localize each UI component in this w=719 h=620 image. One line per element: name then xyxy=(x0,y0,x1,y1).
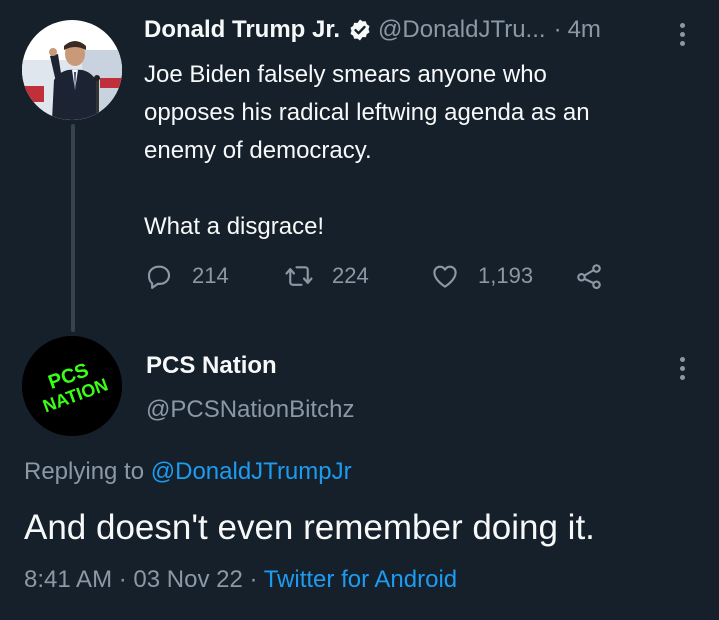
like-icon xyxy=(433,265,457,288)
tweet-header: Donald Trump Jr. @DonaldJTru... · 4m xyxy=(144,16,689,44)
more-icon[interactable] xyxy=(672,354,692,382)
replying-to-line: Replying to @DonaldJTrumpJr xyxy=(24,458,352,486)
like-button[interactable]: 1,193 xyxy=(430,256,533,296)
more-icon[interactable] xyxy=(672,20,692,48)
separator: · xyxy=(553,16,562,43)
retweet-button[interactable]: 224 xyxy=(284,256,369,296)
replying-prefix: Replying to xyxy=(24,458,145,485)
retweet-icon xyxy=(285,266,313,286)
tweet-meta: 8:41 AM · 03 Nov 22 · Twitter for Androi… xyxy=(24,566,457,594)
reply-count: 214 xyxy=(192,263,229,288)
reply-button[interactable]: 214 xyxy=(144,256,229,296)
separator: · xyxy=(249,566,258,593)
separator: · xyxy=(118,566,127,593)
retweet-count: 224 xyxy=(332,263,369,288)
tweet-date[interactable]: 03 Nov 22 xyxy=(133,566,242,593)
author-name[interactable]: PCS Nation xyxy=(146,352,277,380)
like-count: 1,193 xyxy=(478,263,534,288)
thread-connector-line xyxy=(71,124,75,332)
author-handle[interactable]: @PCSNationBitchz xyxy=(146,396,354,424)
avatar[interactable]: PCS NATION xyxy=(22,336,122,436)
verified-icon xyxy=(348,18,372,42)
mention-link[interactable]: @DonaldJTrumpJr xyxy=(151,458,352,485)
timestamp[interactable]: 4m xyxy=(568,16,601,44)
avatar[interactable] xyxy=(22,20,122,120)
tweet-thread: Donald Trump Jr. @DonaldJTru... · 4m Joe… xyxy=(0,0,719,620)
reply-icon xyxy=(147,265,171,289)
author-name[interactable]: Donald Trump Jr. xyxy=(144,16,340,44)
tweet-text: And doesn't even remember doing it. xyxy=(24,508,595,547)
tweet-text: Joe Biden falsely smears anyone who oppo… xyxy=(144,61,590,240)
share-icon xyxy=(577,264,601,290)
share-button[interactable] xyxy=(574,256,604,296)
tweet-time[interactable]: 8:41 AM xyxy=(24,566,112,593)
tweet-actions: 214 224 1,193 xyxy=(144,256,624,296)
source-link[interactable]: Twitter for Android xyxy=(264,566,457,593)
author-handle[interactable]: @DonaldJTru... xyxy=(378,16,546,44)
